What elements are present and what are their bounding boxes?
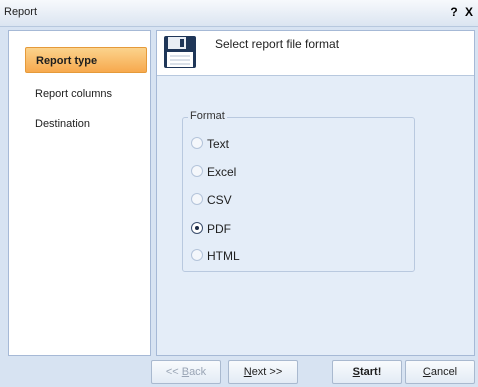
sidebar-item-destination[interactable]: Destination (25, 111, 147, 137)
format-option-label: HTML (207, 249, 240, 263)
format-option-label: PDF (207, 222, 231, 236)
content-panel: Select report file format Format Text Ex… (156, 30, 475, 356)
radio-html[interactable] (191, 249, 203, 261)
title-bar: Report ? X (0, 0, 478, 27)
format-option-label: CSV (207, 193, 232, 207)
sidebar-item-report-type[interactable]: Report type (25, 47, 147, 73)
back-button[interactable]: << Back (151, 360, 221, 384)
radio-csv[interactable] (191, 193, 203, 205)
cancel-button[interactable]: Cancel (405, 360, 475, 384)
radio-pdf[interactable] (191, 222, 203, 234)
close-button[interactable]: X (463, 5, 475, 19)
window-title: Report (4, 6, 38, 18)
step-header: Select report file format (157, 31, 474, 76)
format-option-label: Excel (207, 165, 237, 179)
format-option-label: Text (207, 137, 230, 151)
start-button[interactable]: Start! (332, 360, 402, 384)
next-button[interactable]: Next >> (228, 360, 298, 384)
format-groupbox: Format Text Excel CSV PDF HTML (182, 110, 415, 272)
floppy-disk-icon (164, 36, 196, 68)
format-group-label: Format (188, 110, 227, 122)
wizard-steps-panel: Report type Report columns Destination (8, 30, 151, 356)
report-dialog: Report ? X Report type Report columns De… (0, 0, 478, 387)
radio-excel[interactable] (191, 165, 203, 177)
step-title: Select report file format (215, 37, 340, 51)
help-button[interactable]: ? (448, 5, 460, 19)
button-bar: << Back Next >> Start! Cancel (0, 356, 478, 387)
radio-text[interactable] (191, 137, 203, 149)
sidebar-item-report-columns[interactable]: Report columns (25, 81, 147, 107)
